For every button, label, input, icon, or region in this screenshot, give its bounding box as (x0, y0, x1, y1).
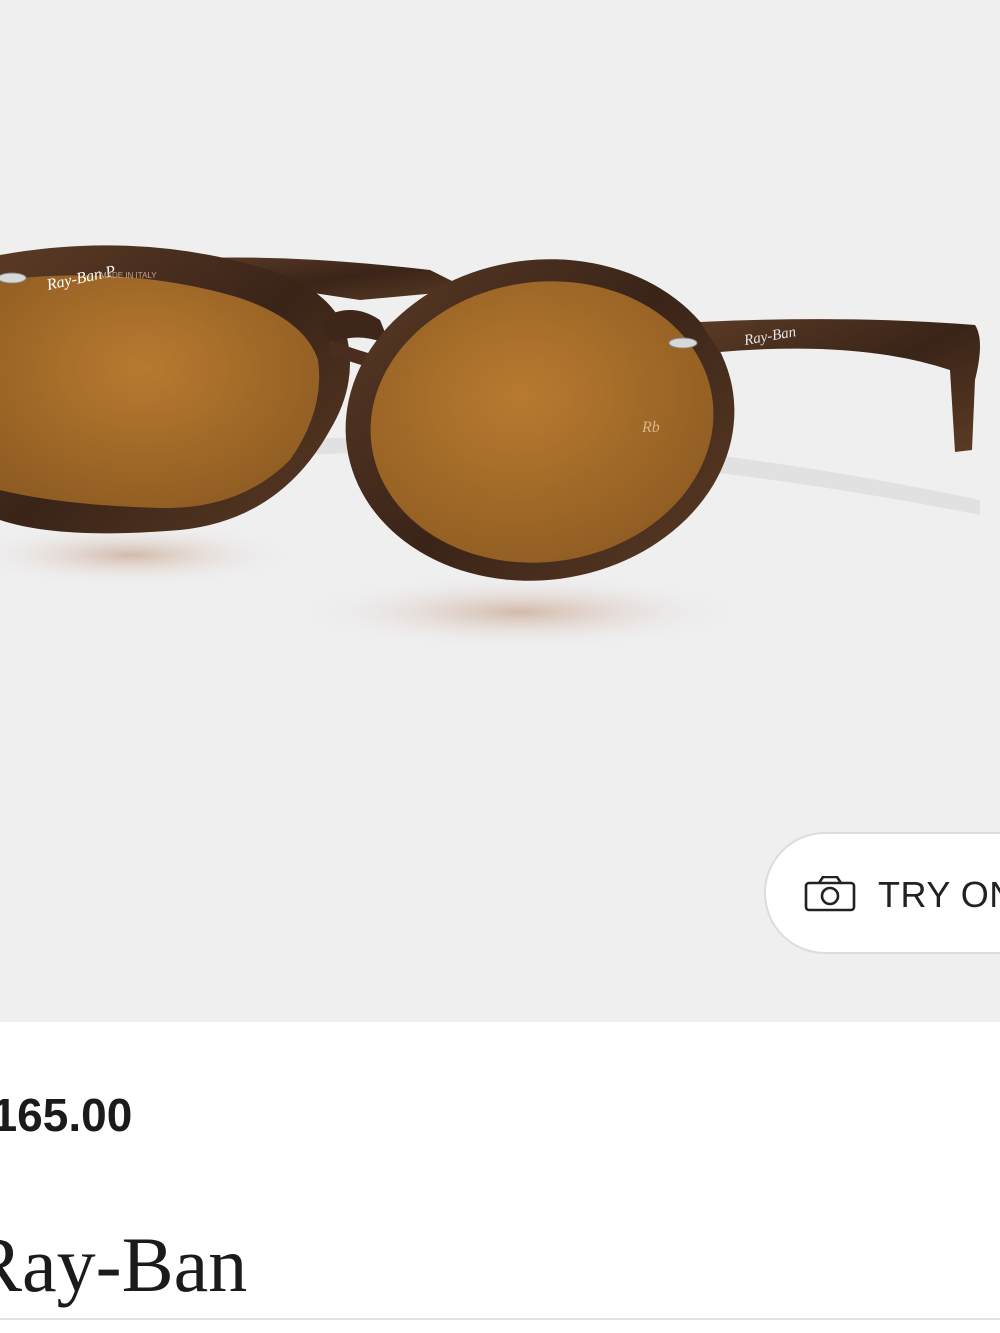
try-on-button[interactable]: TRY ON (764, 832, 1000, 954)
try-on-label: TRY ON (878, 874, 1000, 915)
product-image-area: Ray-Ban P MADE IN ITALY Ray-Ban Rb TRY O… (0, 0, 1000, 1022)
product-price: $165.00 (0, 1089, 133, 1141)
lens-etching-mark: Rb (641, 419, 660, 436)
divider (0, 1318, 1000, 1320)
frame-text: MADE IN ITALY (100, 271, 157, 280)
product-brand: Ray-Ban (0, 1221, 248, 1308)
camera-icon (804, 876, 856, 912)
